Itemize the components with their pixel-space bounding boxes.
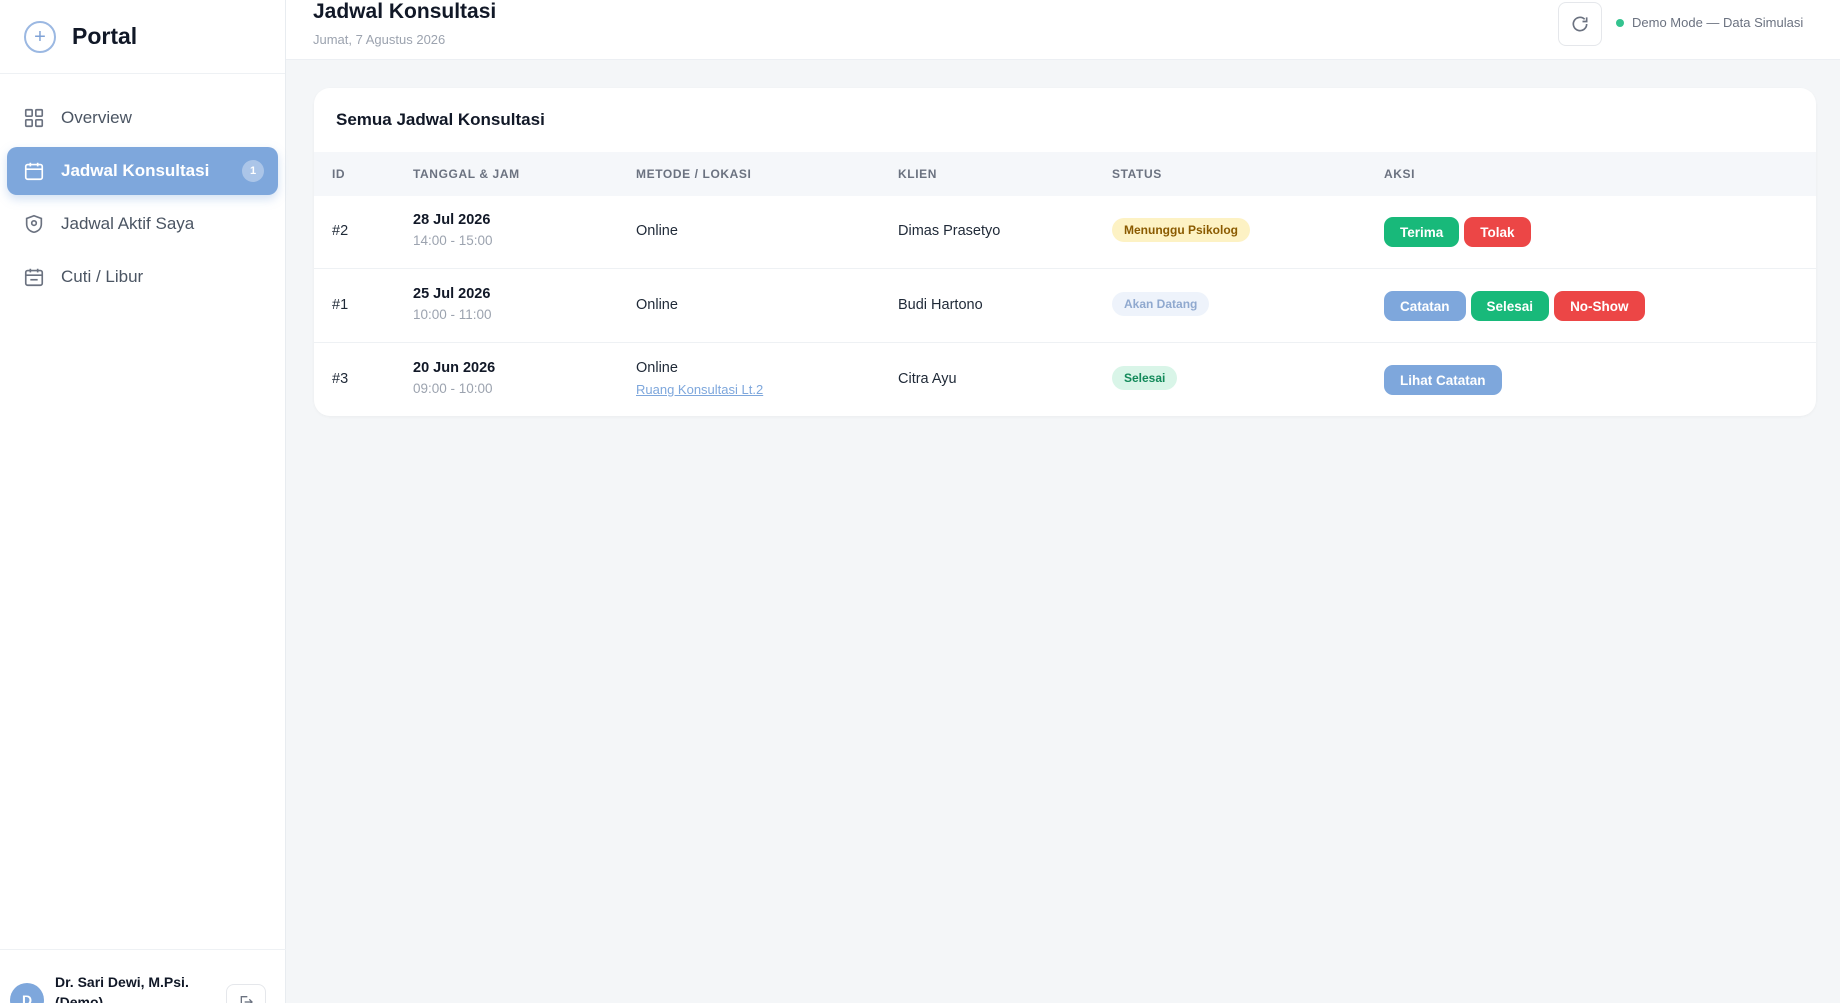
sidebar-item-overview[interactable]: Overview (7, 94, 278, 142)
refresh-icon (1572, 16, 1588, 32)
sidebar-item-jadwal-aktif-saya[interactable]: Jadwal Aktif Saya (7, 200, 278, 248)
reject-button[interactable]: Tolak (1464, 217, 1531, 247)
notification-badge: 1 (242, 160, 264, 182)
brand-name: Portal (72, 23, 138, 49)
sidebar-item-cuti-libur[interactable]: Cuti / Libur (7, 253, 278, 301)
column-header-date: TANGGAL & JAM (413, 167, 520, 181)
complete-button[interactable]: Selesai (1470, 291, 1550, 321)
sidebar-item-jadwal-konsultasi[interactable]: Jadwal Konsultasi 1 (7, 147, 278, 195)
page-title: Jadwal Konsultasi (313, 0, 497, 23)
view-notes-button[interactable]: Lihat Catatan (1384, 365, 1502, 395)
status-badge: Selesai (1112, 366, 1178, 390)
row-id: #1 (332, 297, 349, 313)
row-time: 10:00 - 11:00 (413, 307, 492, 322)
row-datetime: 25 Jul 2026 10:00 - 11:00 (413, 286, 492, 322)
status-badge-label: Selesai (1112, 366, 1178, 390)
status-dot-icon (1616, 18, 1624, 27)
row-time: 09:00 - 10:00 (413, 381, 493, 396)
table-header: ID TANGGAL & JAM METODE / LOKASI KLIEN S… (314, 152, 1816, 196)
row-time: 14:00 - 15:00 (413, 233, 493, 248)
row-date: 25 Jul 2026 (413, 286, 491, 302)
row-id: #2 (332, 223, 349, 239)
table-row: #3 20 Jun 2026 09:00 - 10:00 Online Ruan… (314, 344, 1816, 416)
demo-mode-status: Demo Mode — Data Simulasi (1616, 15, 1803, 30)
sidebar-item-label: Jadwal Aktif Saya (61, 214, 195, 233)
row-method: Online (636, 360, 678, 376)
top-header: Jadwal Konsultasi Jumat, 7 Agustus 2026 … (286, 0, 1840, 60)
row-id: #3 (332, 371, 349, 387)
column-header-client: KLIEN (898, 167, 937, 181)
grid-icon (24, 108, 44, 128)
row-date: 20 Jun 2026 (413, 360, 496, 376)
sidebar-item-label: Cuti / Libur (61, 267, 144, 286)
row-method: Online (636, 297, 678, 313)
brand[interactable]: + Portal (0, 0, 285, 74)
status-badge: Menunggu Psikolog (1112, 218, 1250, 242)
accept-button[interactable]: Terima (1384, 217, 1460, 247)
row-client: Dimas Prasetyo (898, 223, 1001, 239)
user-profile: D Dr. Sari Dewi, M.Psi. (Demo) (0, 949, 286, 1003)
schedule-card: Semua Jadwal Konsultasi ID TANGGAL & JAM… (314, 88, 1816, 416)
logout-icon (240, 996, 253, 1003)
sidebar: + Portal Overview Jadwal Konsultasi 1 Ja… (0, 0, 286, 1003)
page-date: Jumat, 7 Agustus 2026 (313, 32, 446, 47)
shield-icon (25, 214, 43, 234)
refresh-button[interactable] (1558, 2, 1602, 46)
row-method: Online (636, 223, 678, 239)
row-client: Budi Hartono (898, 297, 983, 313)
column-header-status: STATUS (1112, 167, 1162, 181)
column-header-actions: AKSI (1384, 167, 1416, 181)
calendar-icon (24, 162, 44, 181)
demo-mode-label: Demo Mode — Data Simulasi (1632, 15, 1804, 30)
sidebar-item-label: Overview (61, 108, 132, 127)
table-row: #2 28 Jul 2026 14:00 - 15:00 Online Dima… (314, 196, 1816, 269)
user-name: Dr. Sari Dewi, M.Psi. (Demo) (55, 974, 189, 1003)
row-actions: Catatan Selesai No-Show (1384, 291, 1645, 321)
logout-button[interactable] (226, 984, 266, 1003)
row-method-location: Online Ruang Konsultasi Lt.2 (636, 360, 763, 397)
card-title: Semua Jadwal Konsultasi (336, 110, 545, 129)
status-badge: Akan Datang (1112, 292, 1210, 316)
plus-circle-icon: + (24, 20, 56, 53)
column-header-method: METODE / LOKASI (636, 167, 752, 181)
no-show-button[interactable]: No-Show (1554, 291, 1645, 321)
status-badge-label: Menunggu Psikolog (1112, 218, 1250, 242)
row-client: Citra Ayu (898, 371, 957, 387)
row-actions: Lihat Catatan (1384, 365, 1502, 395)
table-row: #1 25 Jul 2026 10:00 - 11:00 Online Budi… (314, 270, 1816, 343)
calendar-icon (24, 268, 44, 287)
row-date: 28 Jul 2026 (413, 212, 491, 228)
location-link[interactable]: Ruang Konsultasi Lt.2 (636, 382, 763, 397)
column-header-id: ID (332, 167, 346, 181)
avatar[interactable]: D (10, 983, 44, 1003)
sidebar-item-label: Jadwal Konsultasi (61, 161, 210, 180)
sidebar-nav: Overview Jadwal Konsultasi 1 Jadwal Akti… (0, 74, 285, 301)
row-datetime: 28 Jul 2026 14:00 - 15:00 (413, 212, 493, 248)
row-datetime: 20 Jun 2026 09:00 - 10:00 (413, 360, 495, 396)
row-actions: Terima Tolak (1384, 217, 1531, 247)
notes-button[interactable]: Catatan (1384, 291, 1466, 321)
status-badge-label: Akan Datang (1112, 292, 1210, 316)
